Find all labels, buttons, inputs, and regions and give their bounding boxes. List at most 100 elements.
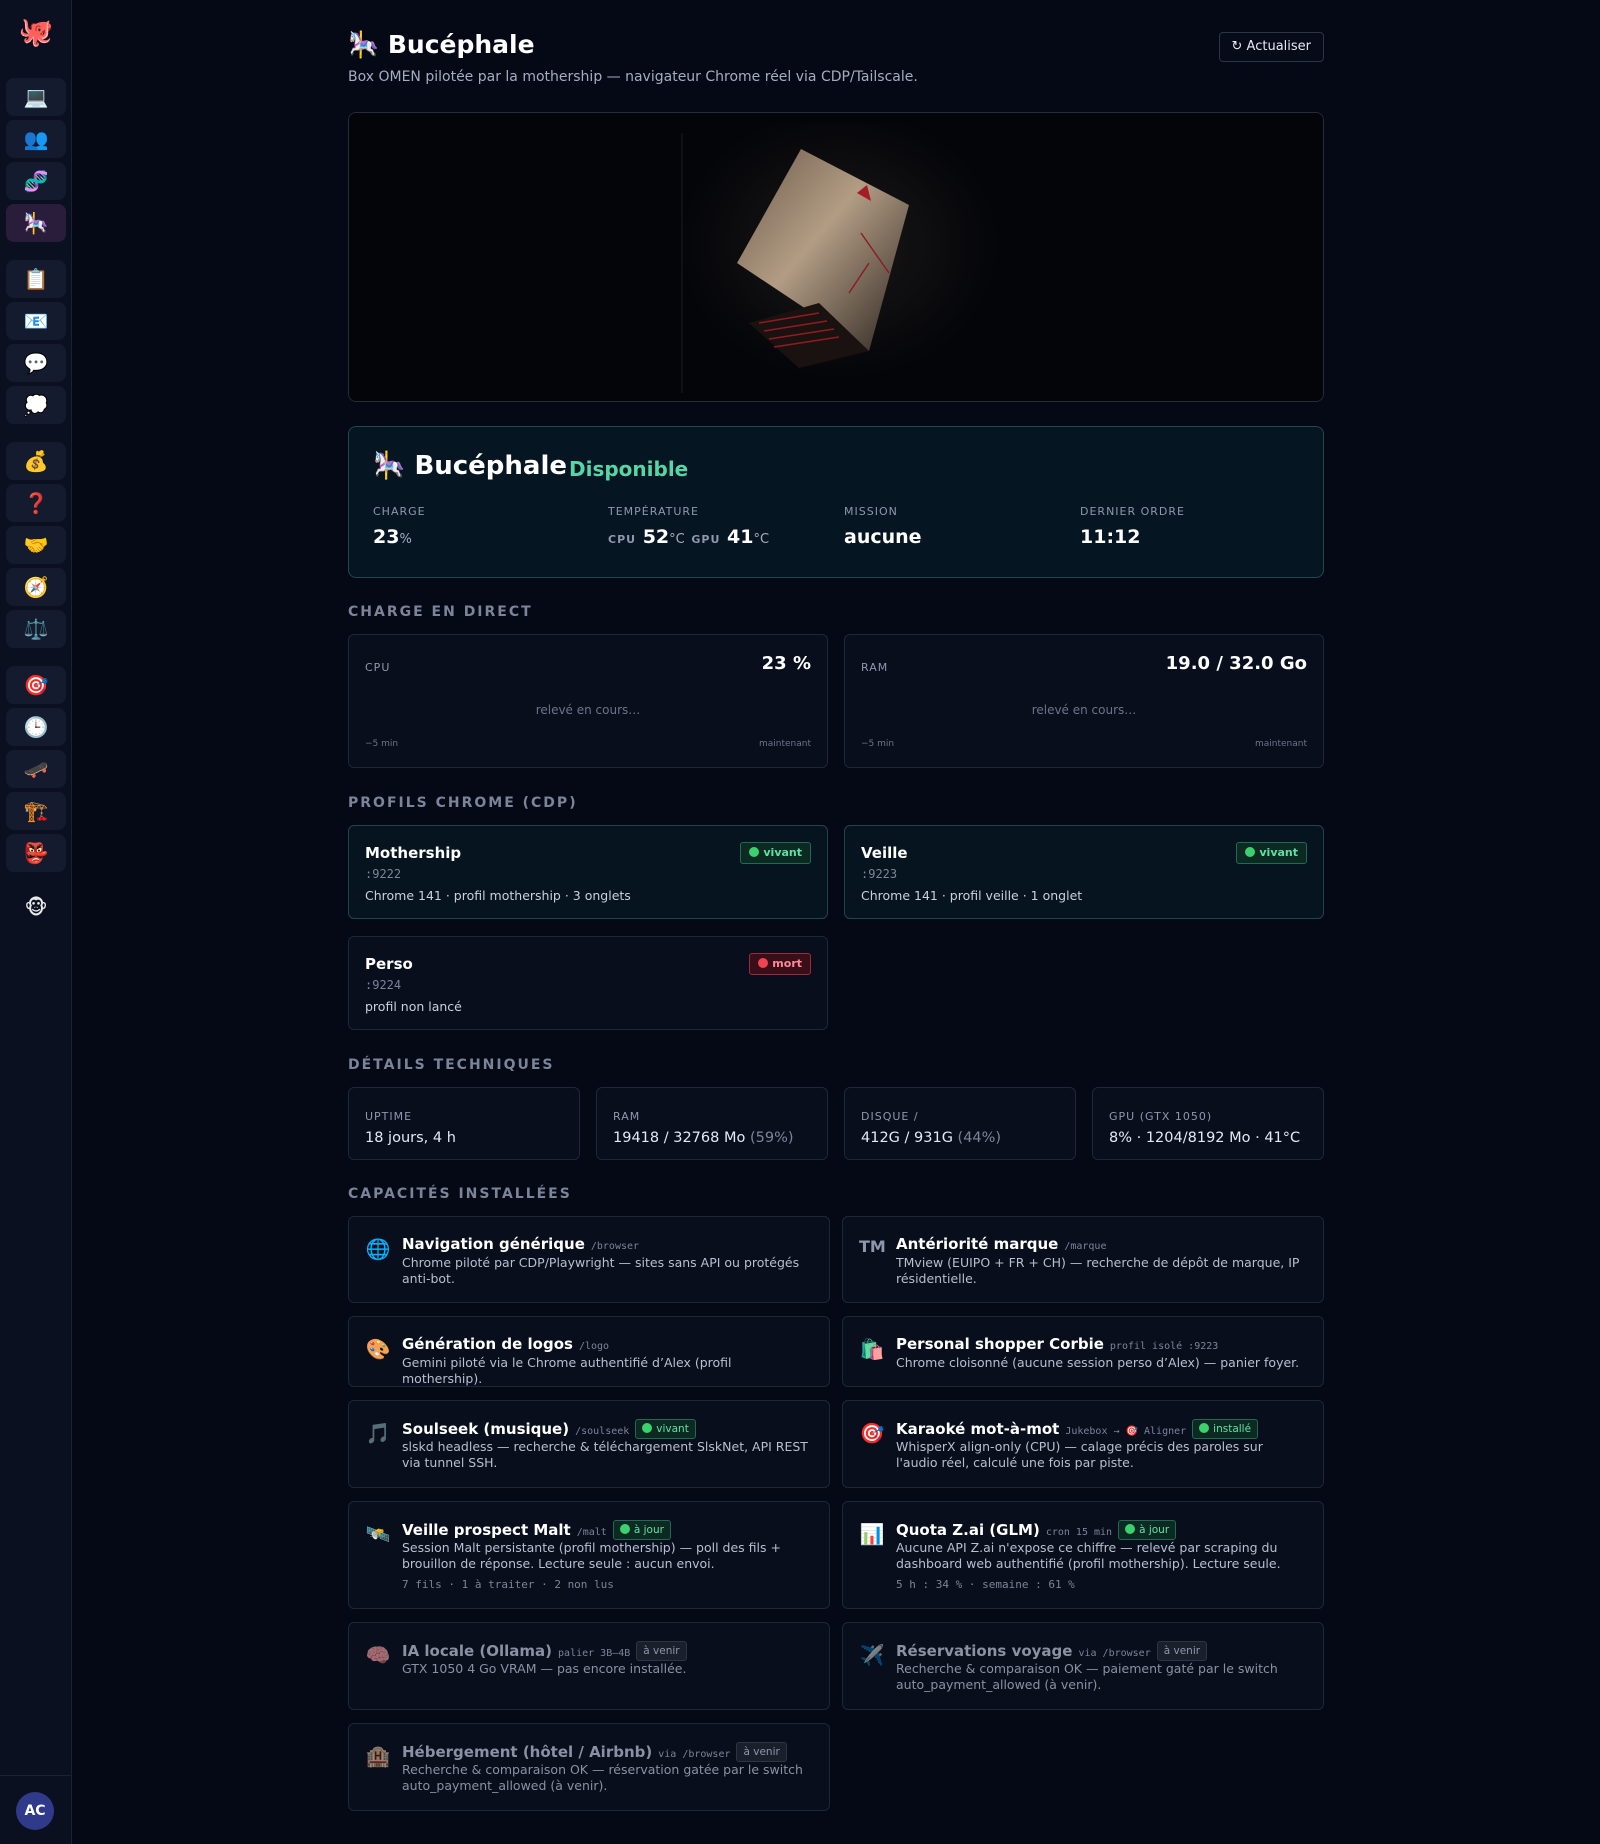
trademark-icon: TM — [859, 1237, 886, 1256]
monkey-icon[interactable]: 🐵 — [6, 888, 66, 926]
capability-title-text: Génération de logos — [402, 1335, 573, 1353]
profile-port: :9223 — [861, 867, 898, 881]
stat-temperature: TEMPÉRATURE CPU 52°C GPU 41°C — [608, 505, 769, 548]
section-title-tech: DÉTAILS TECHNIQUES — [348, 1057, 555, 1073]
octopus-logo-icon[interactable]: 🐙 — [18, 14, 54, 50]
tech-label: UPTIME — [365, 1110, 413, 1123]
charge-unit: % — [399, 532, 412, 547]
scales-icon[interactable]: ⚖️ — [6, 610, 66, 648]
capability-desc: Chrome cloisonné (aucune session perso d… — [896, 1355, 1300, 1370]
profile-desc: Chrome 141 · profil mothership · 3 ongle… — [365, 888, 631, 903]
avatar[interactable]: AC — [16, 1792, 54, 1830]
tech-card-gpu: GPU (GTX 1050) 8% · 1204/8192 Mo · 41°C — [1092, 1087, 1324, 1160]
money-bag-icon[interactable]: 💰 — [6, 442, 66, 480]
profile-card-mothership[interactable]: Mothership :9222 Chrome 141 · profil mot… — [348, 825, 828, 919]
capability-code: Jukebox → 🎯 Aligner — [1065, 1426, 1187, 1437]
tech-value: 19418 / 32768 Mo (59%) — [613, 1130, 794, 1146]
state-pill: à venir — [1156, 1641, 1208, 1661]
skateboard-icon[interactable]: 🛹 — [6, 750, 66, 788]
capability-title: Veille prospect Malt/malt à jour — [402, 1520, 671, 1540]
handshake-icon[interactable]: 🤝 — [6, 526, 66, 564]
profile-name: Veille — [861, 844, 908, 862]
tech-value-main: 19418 / 32768 Mo — [613, 1130, 750, 1146]
capability-title-text: Quota Z.ai (GLM) — [896, 1521, 1040, 1539]
capability-card-zai-quota[interactable]: 📊 Quota Z.ai (GLM) cron 15 min à jour Aucu… — [842, 1501, 1324, 1609]
stat-label: TEMPÉRATURE — [608, 505, 699, 518]
temp-unit: °C — [753, 532, 770, 547]
compass-icon[interactable]: 🧭 — [6, 568, 66, 606]
capability-card-malt[interactable]: 🛰️ Veille prospect Malt/malt à jour Sessi… — [348, 1501, 830, 1609]
capability-title: Antériorité marque/marque — [896, 1235, 1106, 1253]
thought-bubble-icon[interactable]: 💭 — [6, 386, 66, 424]
email-icon[interactable]: 📧 — [6, 302, 66, 340]
profile-desc: profil non lancé — [365, 999, 462, 1014]
capability-card-trademark[interactable]: TM Antériorité marque/marque TMview (EUI… — [842, 1216, 1324, 1303]
capability-title: Réservations voyage via /browser à venir — [896, 1641, 1208, 1661]
clock-icon[interactable]: 🕒 — [6, 708, 66, 746]
capability-desc: Session Malt persistante (profil mothers… — [402, 1540, 781, 1571]
capability-card-shopper[interactable]: 🛍️ Personal shopper Corbie profil isolé :… — [842, 1316, 1324, 1387]
stat-value: 23% — [373, 526, 426, 548]
capability-desc: slskd headless — recherche & téléchargem… — [402, 1439, 808, 1470]
capability-card-lodging[interactable]: 🏨 Hébergement (hôtel / Airbnb) via /brows… — [348, 1723, 830, 1811]
chart-axis-start: −5 min — [365, 739, 399, 749]
laptop-photo — [349, 113, 1323, 401]
state-pill: à venir — [736, 1742, 787, 1762]
sidebar-divider — [0, 1775, 72, 1776]
capability-card-soulseek[interactable]: 🎵 Soulseek (musique) /soulseek vivant slsk… — [348, 1400, 830, 1488]
clipboard-icon[interactable]: 📋 — [6, 260, 66, 298]
green-dot-icon — [749, 847, 760, 857]
refresh-button[interactable]: ↻ Actualiser — [1218, 32, 1324, 62]
chart-label: CPU — [365, 661, 391, 674]
users-icon[interactable]: 👥 — [6, 120, 66, 158]
stat-charge: CHARGE 23% — [373, 505, 426, 548]
capability-card-logos[interactable]: 🎨 Génération de logos/logo Gemini piloté… — [348, 1316, 830, 1387]
tech-label: RAM — [613, 1110, 641, 1123]
dna-icon[interactable]: 🧬 — [6, 162, 66, 200]
red-dot-icon — [758, 958, 769, 968]
target-icon[interactable]: 🎯 — [6, 666, 66, 704]
capability-title-text: IA locale (Ollama) — [402, 1642, 553, 1660]
capability-title-text: Karaoké mot-à-mot — [896, 1420, 1060, 1438]
chart-value: 19.0 / 32.0 Go — [1165, 653, 1307, 674]
green-dot-icon — [1199, 1423, 1210, 1433]
airplane-icon: ✈️ — [859, 1643, 885, 1667]
carousel-horse-icon[interactable]: 🎠 — [6, 204, 66, 242]
status-pill: mort — [749, 953, 811, 975]
page-title: 🎠 Bucéphale — [348, 30, 535, 60]
stat-value: 11:12 — [1080, 526, 1141, 548]
status-pill-label: vivant — [1259, 846, 1298, 859]
capability-card-travel[interactable]: ✈️ Réservations voyage via /browser à veni… — [842, 1622, 1324, 1710]
profile-port: :9224 — [365, 978, 402, 992]
state-pill-label: installé — [1213, 1423, 1252, 1435]
question-icon[interactable]: ❓ — [6, 484, 66, 522]
tech-value-extra: (44%) — [957, 1130, 1002, 1146]
capability-title: Hébergement (hôtel / Airbnb) via /browser… — [402, 1742, 787, 1762]
goblin-mask-icon[interactable]: 👺 — [6, 834, 66, 872]
chart-status: relevé en cours… — [1031, 703, 1137, 717]
tech-card-uptime: UPTIME 18 jours, 4 h — [348, 1087, 580, 1160]
capability-title-text: Hébergement (hôtel / Airbnb) — [402, 1743, 653, 1761]
state-pill-label: vivant — [656, 1423, 689, 1435]
crane-icon[interactable]: 🏗️ — [6, 792, 66, 830]
cpu-chart-card: CPU 23 % relevé en cours… −5 min mainten… — [348, 634, 828, 768]
carousel-horse-icon: 🎠 — [373, 451, 406, 481]
capability-desc: Gemini piloté via le Chrome authentifié … — [402, 1355, 732, 1386]
capability-meta: 5 h : 34 % · semaine : 61 % — [896, 1578, 1075, 1591]
palette-icon: 🎨 — [365, 1337, 391, 1361]
capability-desc: Aucune API Z.ai n'expose ce chiffre — re… — [896, 1540, 1281, 1571]
capability-card-karaoke[interactable]: 🎯 Karaoké mot-à-mot Jukebox → 🎯 Aligner in… — [842, 1400, 1324, 1488]
capability-code: /soulseek — [575, 1426, 630, 1437]
status-pill-label: mort — [772, 957, 802, 970]
brain-icon: 🧠 — [365, 1643, 391, 1667]
gpu-temp: 41 — [727, 526, 754, 548]
speech-bubble-icon[interactable]: 💬 — [6, 344, 66, 382]
laptop-icon[interactable]: 💻 — [6, 78, 66, 116]
profile-card-veille[interactable]: Veille :9223 Chrome 141 · profil veille … — [844, 825, 1324, 919]
capability-desc: WhisperX align-only (CPU) — calage préci… — [896, 1439, 1263, 1470]
capability-card-navigation[interactable]: 🌐 Navigation générique/browser Chrome pi… — [348, 1216, 830, 1303]
profile-card-perso[interactable]: Perso :9224 profil non lancé mort — [348, 936, 828, 1030]
capability-card-ollama[interactable]: 🧠 IA locale (Ollama) palier 3B–4B à venir … — [348, 1622, 830, 1710]
charge-value: 23 — [373, 526, 400, 548]
capability-code: /browser — [590, 1241, 640, 1252]
